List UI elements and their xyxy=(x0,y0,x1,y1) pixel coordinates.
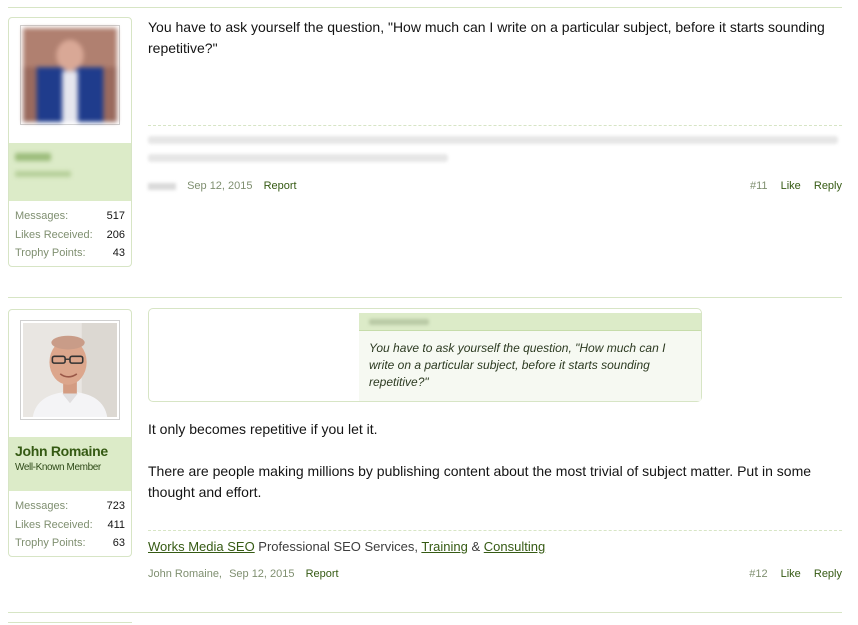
post-meta: Sep 12, 2015 Report #11 Like Reply xyxy=(148,180,842,192)
post-number[interactable]: #12 xyxy=(749,568,767,580)
post-separator xyxy=(8,7,842,8)
stat-trophy: Trophy Points: 43 xyxy=(15,244,125,263)
reply-link[interactable]: Reply xyxy=(814,180,842,192)
post-separator xyxy=(8,612,842,613)
blurred-author[interactable] xyxy=(148,182,176,190)
stat-likes: Likes Received: 206 xyxy=(15,226,125,245)
quote-container: You have to ask yourself the question, "… xyxy=(148,308,702,402)
signature: Works Media SEO Professional SEO Service… xyxy=(148,530,842,554)
like-link[interactable]: Like xyxy=(781,568,801,580)
signature-text-part: Professional SEO Services, xyxy=(254,539,422,554)
user-stats: Messages: 517 Likes Received: 206 Trophy… xyxy=(9,201,131,267)
post-message-paragraph: There are people making millions by publ… xyxy=(148,463,812,500)
post-meta-left: Sep 12, 2015 Report xyxy=(148,180,297,192)
quote-attribution[interactable] xyxy=(359,313,701,331)
post-date[interactable]: Sep 12, 2015 xyxy=(229,568,294,580)
blurred-user-title xyxy=(15,171,71,177)
post-meta: John Romaine, Sep 12, 2015 Report #12 Li… xyxy=(148,568,842,580)
post-author[interactable]: John Romaine, xyxy=(148,568,222,580)
username-block xyxy=(9,143,131,201)
blurred-signature-line xyxy=(148,136,838,144)
signature-link-works-media[interactable]: Works Media SEO xyxy=(148,539,255,554)
post-date[interactable]: Sep 12, 2015 xyxy=(187,180,252,192)
post-message-paragraph: It only becomes repetitive if you let it… xyxy=(148,421,378,437)
stat-label: Likes Received: xyxy=(15,228,93,241)
blurred-avatar-image xyxy=(23,28,117,122)
stat-label: Messages: xyxy=(15,210,69,222)
stat-value[interactable]: 43 xyxy=(113,244,125,263)
post-meta-right: #11 Like Reply xyxy=(750,180,842,192)
like-link[interactable]: Like xyxy=(781,180,801,192)
stat-label: Trophy Points: xyxy=(15,247,86,259)
signature-text-part: & xyxy=(467,539,484,554)
signature-link-consulting[interactable]: Consulting xyxy=(484,539,545,554)
signature-text: Works Media SEO Professional SEO Service… xyxy=(148,531,842,554)
post-meta-left: John Romaine, Sep 12, 2015 Report xyxy=(148,568,339,580)
stat-value[interactable]: 517 xyxy=(107,207,125,226)
blurred-signature xyxy=(148,125,842,162)
post-number[interactable]: #11 xyxy=(750,180,768,192)
stat-messages: Messages: 517 xyxy=(15,207,125,226)
post-message: You have to ask yourself the question, "… xyxy=(148,19,825,56)
quote-text: You have to ask yourself the question, "… xyxy=(359,331,701,401)
blurred-quoted-author xyxy=(369,319,429,325)
reply-link[interactable]: Reply xyxy=(814,568,842,580)
post-meta-right: #12 Like Reply xyxy=(749,568,842,580)
report-link[interactable]: Report xyxy=(264,180,297,192)
report-link[interactable]: Report xyxy=(306,568,339,580)
blurred-username[interactable] xyxy=(15,153,51,161)
blurred-signature-line xyxy=(148,154,448,162)
user-card: Messages: 517 Likes Received: 206 Trophy… xyxy=(8,17,132,267)
signature-link-training[interactable]: Training xyxy=(421,539,467,554)
avatar[interactable] xyxy=(20,25,120,125)
stat-value: 206 xyxy=(106,228,125,241)
